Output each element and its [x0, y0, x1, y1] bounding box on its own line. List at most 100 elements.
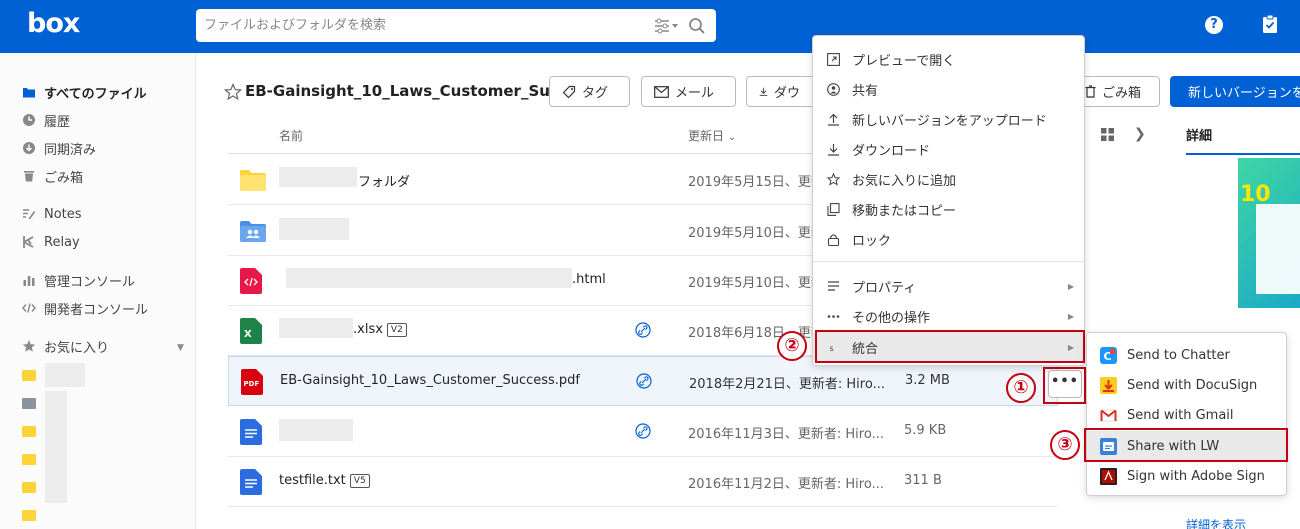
- file-name[interactable]: .html: [572, 272, 606, 287]
- menu-item-share[interactable]: 共有: [813, 74, 1084, 104]
- sidebar-item-label: Notes: [44, 206, 82, 222]
- shared-link-icon[interactable]: [635, 322, 651, 338]
- upload-new-version-button[interactable]: 新しいバージョンをア: [1170, 76, 1300, 107]
- favorite-folder-icon[interactable]: [22, 398, 36, 409]
- box-logo[interactable]: box: [27, 8, 80, 39]
- sidebar-item-label: Relay: [44, 234, 80, 250]
- menu-item-label: ロック: [852, 233, 892, 249]
- integrations-submenu: C Send to Chatter Send with DocuSign Sen…: [1086, 332, 1287, 496]
- tag-button[interactable]: タグ: [549, 76, 630, 107]
- file-name[interactable]: testfile.txt V5: [279, 473, 370, 488]
- file-size: 5.9 KB: [904, 423, 947, 438]
- doc-file-icon: [240, 419, 262, 445]
- updated-date: 2019年5月10日、更新: [688, 276, 824, 291]
- relay-icon: [23, 236, 34, 248]
- submenu-arrow-icon: ▶: [1067, 281, 1074, 291]
- submenu-item-adobe-sign[interactable]: Sign with Adobe Sign: [1087, 461, 1286, 491]
- star-outline-icon[interactable]: [224, 83, 242, 101]
- file-preview-thumbnail[interactable]: 10: [1238, 158, 1300, 308]
- mail-button[interactable]: メール: [641, 76, 736, 107]
- table-row[interactable]: 2016年11月3日、更新者: Hiro... 5.9 KB: [228, 407, 1058, 457]
- sidebar-item-synced[interactable]: 同期済み: [22, 137, 96, 159]
- shared-folder-icon: [240, 221, 266, 242]
- sidebar-item-notes[interactable]: Notes: [22, 203, 82, 225]
- updated-date: 2016年11月3日、更新者: Hiro...: [688, 427, 884, 442]
- sidebar-item-favorites[interactable]: お気に入り: [22, 335, 109, 357]
- file-name-text: testfile.txt: [279, 473, 346, 488]
- version-badge: V2: [386, 322, 407, 337]
- menu-item-label: その他の操作: [852, 310, 931, 326]
- sidebar-item-history[interactable]: 履歴: [22, 109, 70, 131]
- menu-item-add-favorite[interactable]: お気に入りに追加: [813, 164, 1084, 194]
- chart-icon: [23, 276, 35, 286]
- sidebar-item-label: 管理コンソール: [44, 274, 136, 290]
- shared-link-icon[interactable]: [636, 373, 652, 389]
- favorite-folder-icon[interactable]: [22, 454, 36, 465]
- shared-link-icon[interactable]: [635, 423, 651, 439]
- submenu-item-chatter[interactable]: C Send to Chatter: [1087, 340, 1286, 370]
- redacted-name: [279, 419, 353, 441]
- show-details-link[interactable]: 詳細を表示: [1186, 516, 1246, 529]
- chevron-right-icon[interactable]: ❯: [1134, 126, 1146, 142]
- menu-item-upload-new-version[interactable]: 新しいバージョンをアップロード: [813, 104, 1084, 134]
- table-row[interactable]: testfile.txt V5 2016年11月2日、更新者: Hiro... 3…: [228, 457, 1058, 507]
- submenu-item-docusign[interactable]: Send with DocuSign: [1087, 370, 1286, 400]
- download-button[interactable]: ダウ: [746, 76, 812, 107]
- submenu-item-label: Send to Chatter: [1127, 347, 1230, 363]
- adobe-sign-icon: [1100, 467, 1117, 485]
- redacted-name: [279, 318, 353, 338]
- sidebar-item-all-files[interactable]: すべてのファイル: [22, 81, 147, 103]
- txt-file-icon: [240, 469, 262, 495]
- menu-item-properties[interactable]: プロパティ ▶: [813, 271, 1084, 301]
- sidebar-item-admin-console[interactable]: 管理コンソール: [22, 269, 135, 291]
- thumbnail-page: [1256, 204, 1300, 294]
- more-icon: [827, 314, 840, 318]
- file-name[interactable]: EB-Gainsight_10_Laws_Customer_Success.pd…: [280, 373, 580, 388]
- grid-view-icon[interactable]: [1101, 128, 1114, 141]
- annotation-step2: ②: [777, 331, 807, 361]
- menu-item-lock[interactable]: ロック: [813, 224, 1084, 254]
- favorite-folder-icon[interactable]: [22, 482, 36, 493]
- submenu-item-gmail[interactable]: Send with Gmail: [1087, 400, 1286, 430]
- trash-button[interactable]: ごみ箱: [1085, 76, 1160, 107]
- redacted-name: [286, 268, 572, 288]
- menu-divider: [813, 261, 1084, 262]
- favorite-folder-icon[interactable]: [22, 510, 36, 521]
- search-input[interactable]: [204, 9, 644, 42]
- download-button-label: ダウ: [773, 86, 800, 101]
- html-file-icon: [240, 268, 262, 294]
- trash-icon: [1085, 85, 1096, 98]
- search-icon[interactable]: [688, 17, 706, 35]
- sidebar-item-relay[interactable]: Relay: [22, 231, 80, 253]
- column-header-updated[interactable]: 更新日 ⌄: [688, 127, 736, 144]
- favorite-folder-icon[interactable]: [22, 370, 36, 381]
- filter-icon[interactable]: [654, 18, 678, 34]
- chevron-down-icon[interactable]: ▼: [177, 343, 184, 353]
- column-header-name[interactable]: 名前: [279, 127, 303, 144]
- tab-details[interactable]: 詳細: [1186, 125, 1212, 144]
- copy-icon: [827, 202, 840, 216]
- search-box[interactable]: [196, 9, 716, 42]
- sidebar-item-dev-console[interactable]: 開発者コンソール: [22, 297, 148, 319]
- updated-date: 2019年5月10日、更新: [688, 226, 824, 241]
- notes-icon: [23, 209, 36, 220]
- menu-item-label: 新しいバージョンをアップロード: [852, 113, 1047, 129]
- tasks-icon[interactable]: [1262, 14, 1278, 34]
- favorite-folder-icon[interactable]: [22, 426, 36, 437]
- redacted-favorite: [45, 447, 67, 475]
- redacted-name: [279, 218, 349, 240]
- menu-item-preview[interactable]: プレビューで開く: [813, 44, 1084, 74]
- menu-item-more-actions[interactable]: その他の操作 ▶: [813, 301, 1084, 331]
- help-icon[interactable]: ?: [1205, 16, 1223, 34]
- mail-icon: [654, 85, 669, 98]
- sidebar-item-label: 履歴: [44, 114, 71, 130]
- menu-item-move-copy[interactable]: 移動またはコピー: [813, 194, 1084, 224]
- file-name[interactable]: .xlsx V2: [353, 322, 407, 337]
- sidebar-item-trash[interactable]: ごみ箱: [22, 165, 83, 187]
- file-name[interactable]: フォルダ: [358, 171, 410, 190]
- lock-icon: [827, 233, 840, 246]
- menu-item-download[interactable]: ダウンロード: [813, 134, 1084, 164]
- menu-item-label: プレビューで開く: [852, 53, 956, 69]
- clock-icon: [23, 114, 35, 126]
- code-icon: [22, 303, 36, 313]
